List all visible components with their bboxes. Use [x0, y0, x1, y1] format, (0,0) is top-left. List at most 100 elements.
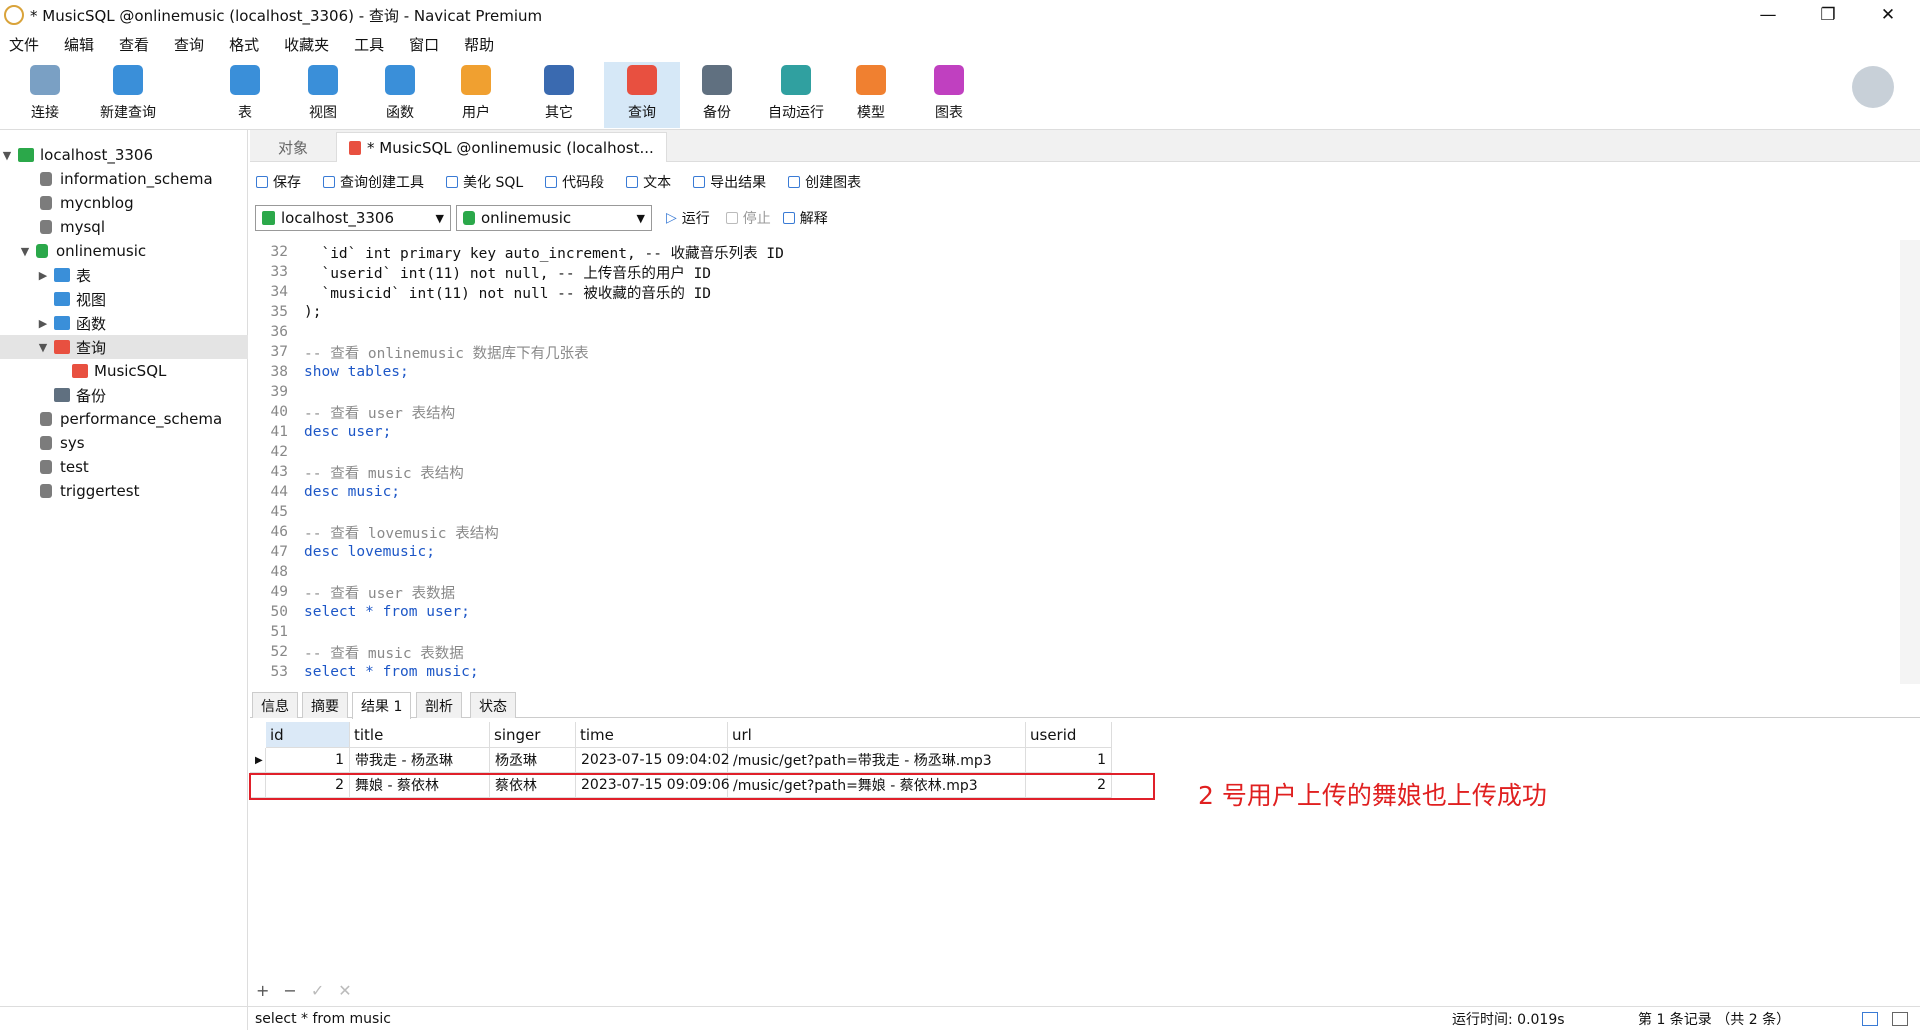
toolbar-backup-button[interactable]: 备份 [694, 62, 740, 128]
menu-favorites[interactable]: 收藏夹 [275, 34, 345, 55]
grid-view-icon[interactable] [1862, 1011, 1878, 1026]
discard-button[interactable]: ✕ [338, 981, 351, 1000]
line-number: 41 [270, 424, 288, 440]
toolbar-query-button[interactable]: 查询 [604, 62, 680, 128]
code-line: 53 select * from music; [250, 662, 479, 682]
connection-select[interactable]: localhost_3306 ▼ [255, 205, 451, 231]
database-select[interactable]: onlinemusic ▼ [456, 205, 652, 231]
cell-singer[interactable]: 杨丞琳 [490, 748, 576, 773]
toolbar-function-button[interactable]: 函数 [377, 62, 423, 128]
chevron-right-icon[interactable]: ▶ [36, 317, 50, 330]
code-line: 46 -- 查看 lovemusic 表结构 [250, 522, 499, 542]
delete-record-button[interactable]: − [283, 981, 296, 1000]
cell-userid[interactable]: 1 [1026, 748, 1112, 773]
create-chart-button[interactable]: 创建图表 [788, 172, 861, 192]
menu-format[interactable]: 格式 [220, 34, 275, 55]
toolbar-table-button[interactable]: 表 [222, 62, 268, 128]
stop-button[interactable]: 停止 [725, 208, 771, 228]
tree-database[interactable]: triggertest [0, 479, 248, 503]
text-icon [626, 176, 639, 188]
export-result-button[interactable]: 导出结果 [693, 172, 766, 192]
line-number: 36 [270, 324, 288, 340]
menu-query[interactable]: 查询 [165, 34, 220, 55]
menu-tools[interactable]: 工具 [345, 34, 400, 55]
query-builder-button[interactable]: 查询创建工具 [323, 172, 424, 192]
tab-info[interactable]: 信息 [252, 692, 298, 718]
form-view-icon[interactable] [1892, 1011, 1908, 1026]
toolbar-connect-button[interactable]: 连接 [22, 62, 68, 128]
tab-result-1[interactable]: 结果 1 [352, 692, 412, 719]
cell-time[interactable]: 2023-07-15 09:04:02 [576, 748, 730, 773]
tab-query[interactable]: * MusicSQL @onlinemusic (localhost... [336, 132, 667, 162]
tree-queries[interactable]: ▼ 查询 [0, 335, 248, 359]
menu-help[interactable]: 帮助 [455, 34, 510, 55]
restore-button[interactable]: ❐ [1798, 0, 1858, 30]
sql-editor[interactable]: 32 `id` int primary key auto_increment, … [250, 240, 1900, 684]
apply-button[interactable]: ✓ [311, 981, 324, 1000]
row-cursor-icon[interactable]: ▶ [250, 748, 266, 773]
toolbar-chart-button[interactable]: 图表 [926, 62, 972, 128]
tree-database[interactable]: test [0, 455, 248, 479]
title-bar: * MusicSQL @onlinemusic (localhost_3306)… [0, 0, 1920, 30]
toolbar-model-button[interactable]: 模型 [848, 62, 894, 128]
tab-profile[interactable]: 剖析 [416, 692, 462, 718]
toolbar-other-button[interactable]: 其它 [536, 62, 582, 128]
line-number: 47 [270, 544, 288, 560]
cell-id[interactable]: 1 [266, 748, 350, 773]
code-line: 48 [250, 562, 304, 582]
code-line: 36 [250, 322, 304, 342]
chevron-down-icon[interactable]: ▼ [18, 245, 32, 258]
tree-query-musicsql[interactable]: MusicSQL [0, 359, 248, 383]
database-icon [40, 196, 52, 210]
code-line: 42 [250, 442, 304, 462]
tree-connection[interactable]: ▼ localhost_3306 [0, 143, 248, 167]
minimize-button[interactable]: — [1738, 0, 1798, 30]
tab-objects[interactable]: 对象 [266, 132, 320, 162]
toolbar-user-button[interactable]: 用户 [453, 62, 499, 128]
chevron-down-icon[interactable]: ▼ [0, 149, 14, 162]
snippet-button[interactable]: 代码段 [545, 172, 604, 192]
function-icon [385, 65, 415, 95]
tree-database[interactable]: mysql [0, 215, 248, 239]
tree-database[interactable]: performance_schema [0, 407, 248, 431]
menu-edit[interactable]: 编辑 [55, 34, 110, 55]
close-button[interactable]: ✕ [1858, 0, 1918, 30]
menu-window[interactable]: 窗口 [400, 34, 455, 55]
save-button[interactable]: 保存 [256, 172, 301, 192]
column-header-id[interactable]: id [266, 722, 350, 748]
beautify-sql-button[interactable]: 美化 SQL [446, 172, 523, 192]
tree-backups[interactable]: 备份 [0, 383, 248, 407]
code-line: 37 -- 查看 onlinemusic 数据库下有几张表 [250, 342, 589, 362]
tree-views[interactable]: 视图 [0, 287, 248, 311]
tree-database[interactable]: mycnblog [0, 191, 248, 215]
tree-tables[interactable]: ▶ 表 [0, 263, 248, 287]
add-record-button[interactable]: + [256, 981, 269, 1000]
menu-view[interactable]: 查看 [110, 34, 165, 55]
column-header-userid[interactable]: userid [1026, 722, 1112, 748]
code-text: desc lovemusic; [304, 544, 435, 560]
tree-database[interactable]: information_schema [0, 167, 248, 191]
toolbar-automation-button[interactable]: 自动运行 [760, 62, 832, 128]
editor-scrollbar[interactable] [1900, 240, 1920, 684]
chevron-right-icon[interactable]: ▶ [36, 269, 50, 282]
cell-url[interactable]: /music/get?path=带我走 - 杨丞琳.mp3 [728, 748, 1026, 773]
tree-functions[interactable]: ▶ 函数 [0, 311, 248, 335]
toolbar-new-query-button[interactable]: 新建查询 [92, 62, 164, 128]
toolbar-view-button[interactable]: 视图 [300, 62, 346, 128]
column-header-time[interactable]: time [576, 722, 728, 748]
tab-summary[interactable]: 摘要 [302, 692, 348, 718]
column-header-title[interactable]: title [350, 722, 490, 748]
tree-database[interactable]: sys [0, 431, 248, 455]
text-button[interactable]: 文本 [626, 172, 671, 192]
avatar[interactable] [1852, 66, 1894, 108]
tab-status[interactable]: 状态 [470, 692, 516, 718]
column-header-url[interactable]: url [728, 722, 1026, 748]
tree-database-onlinemusic[interactable]: ▼ onlinemusic [0, 239, 248, 263]
code-text: `userid` int(11) not null, -- 上传音乐的用户 ID [304, 265, 712, 282]
cell-title[interactable]: 带我走 - 杨丞琳 [350, 748, 490, 773]
run-button[interactable]: ▷ 运行 [666, 208, 710, 228]
menu-file[interactable]: 文件 [0, 34, 55, 55]
column-header-singer[interactable]: singer [490, 722, 576, 748]
explain-button[interactable]: 解释 [782, 208, 828, 228]
chevron-down-icon[interactable]: ▼ [36, 341, 50, 354]
